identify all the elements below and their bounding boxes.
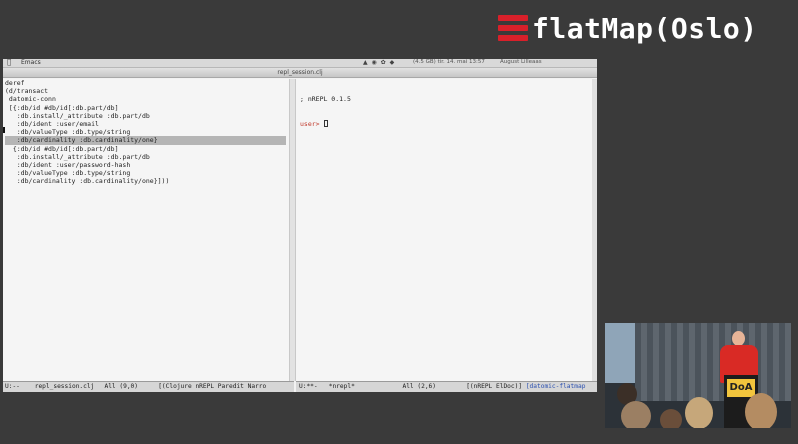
mode-line-modes[interactable]: [(nREPL ElDoc)] <box>466 383 522 390</box>
speaker-head <box>732 331 745 346</box>
code-line: :db.install/_attribute :db.part/db <box>5 111 150 120</box>
mode-line-position: All (9,0) <box>104 383 138 390</box>
repl-banner: ; nREPL 0.1.5 <box>300 95 351 104</box>
mode-line-buffer-name[interactable]: repl_session.clj <box>35 382 101 392</box>
app-menu-emacs[interactable]: Emacs <box>21 59 41 66</box>
code-line: :db/ident :user/password-hash <box>5 161 131 170</box>
left-pane-cursor <box>3 127 5 133</box>
mode-line-project[interactable]: [datomic-flatmap <box>526 383 586 390</box>
mode-line-left: U:-- repl_session.clj All (9,0) [(Clojur… <box>3 381 294 392</box>
repl-pane-right[interactable]: ; nREPL 0.1.5 user> <box>296 79 597 381</box>
code-line: :db/valueType :db.type/string <box>5 128 131 137</box>
mode-line-modes[interactable]: [(Clojure nREPL Paredit Narro <box>158 383 266 390</box>
repl-scrollbar[interactable] <box>592 79 597 381</box>
code-line: [{:db/id #db/id[:db.part/db] <box>5 103 119 112</box>
repl-prompt: user> <box>300 120 320 129</box>
projected-screen:  Emacs ▲ ◉ ✿ ◆ (4.5 GB) tir. 14. mai 13… <box>3 59 597 392</box>
mode-line-flags: U:**- <box>299 383 318 390</box>
code-line: :db/ident :user/email <box>5 120 99 129</box>
mode-line-flags: U:-- <box>5 383 20 390</box>
code-line: :db/cardinality :db.cardinality/one}])) <box>5 177 170 186</box>
conference-branding: flatMap(Oslo) <box>498 8 758 48</box>
mode-line-buffer-name[interactable]: *nrepl* <box>329 382 399 392</box>
code-line: {:db/id #db/id[:db.part/db] <box>5 144 119 153</box>
repl-cursor <box>323 120 328 128</box>
code-line: :db.install/_attribute :db.part/db <box>5 152 150 161</box>
code-line: (d/transact <box>5 87 49 96</box>
audience-head <box>660 409 682 428</box>
speaker-video-inset: DoA <box>605 323 791 428</box>
mode-line-right: U:**- *nrepl* All (2,6) [(nREPL ElDoc)] … <box>296 381 597 392</box>
flatmap-logo-icon <box>498 15 528 41</box>
menubar-status-text: (4.5 GB) tir. 14. mai 13:57 <box>413 59 485 65</box>
apple-menu-icon[interactable]:  <box>7 59 11 66</box>
conference-title: flatMap(Oslo) <box>532 11 758 45</box>
code-line: :db/cardinality :db.cardinality/one} <box>5 136 286 145</box>
window-divider[interactable] <box>289 79 296 381</box>
video-background-wall <box>635 323 791 401</box>
window-title: repl_session.clj <box>277 69 323 76</box>
menubar-user[interactable]: August Lilleaas <box>500 59 542 65</box>
code-line: :db/valueType :db.type/string <box>5 169 131 178</box>
audience-head <box>745 393 777 428</box>
code-line: datomic-conn <box>5 95 56 104</box>
mode-line-position: All (2,6) <box>402 383 436 390</box>
menubar-status-icons[interactable]: ▲ ◉ ✿ ◆ <box>363 59 395 66</box>
window-title-bar[interactable]: repl_session.clj <box>3 68 597 78</box>
repl-prompt-line: user> <box>300 120 597 128</box>
audience-head <box>621 401 651 428</box>
podium-label: DoA <box>727 379 755 397</box>
code-line: deref <box>5 79 25 87</box>
editor-pane-left[interactable]: deref (d/transact datomic-conn [{:db/id #… <box>3 79 289 381</box>
macos-menu-bar:  Emacs ▲ ◉ ✿ ◆ (4.5 GB) tir. 14. mai 13… <box>3 59 597 68</box>
video-background-screen <box>605 323 637 383</box>
audience-head <box>685 397 713 428</box>
